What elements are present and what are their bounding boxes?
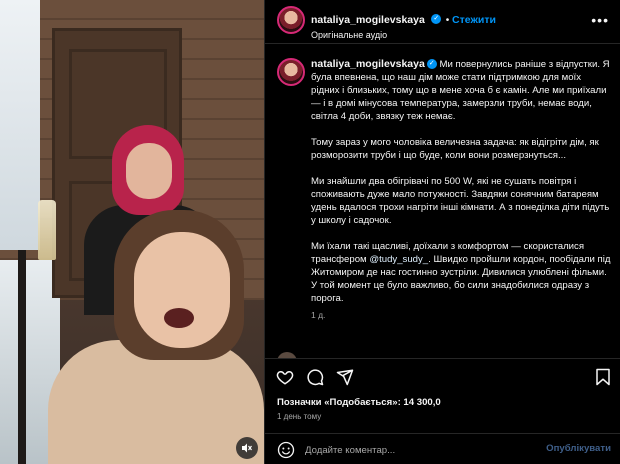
caption-username[interactable]: nataliya_mogilevskaya [311, 58, 425, 70]
woman-front-mouth [164, 308, 194, 328]
post-header: nataliya_mogilevskaya ✓ • Стежити Оригін… [265, 0, 620, 44]
comment-icon[interactable] [305, 367, 325, 387]
follow-button[interactable]: Стежити [452, 14, 496, 26]
bookmark-icon[interactable] [593, 367, 613, 387]
heart-icon[interactable] [275, 367, 295, 387]
likes-count[interactable]: Позначки «Подобається»: 14 300,0 [277, 397, 441, 408]
share-icon-svg [336, 369, 354, 386]
publish-button[interactable]: Опублікувати [546, 443, 611, 454]
comment-peek [277, 350, 617, 358]
emoji-icon[interactable] [277, 441, 295, 459]
comment-bar: Опублікувати [265, 433, 620, 464]
mute-button[interactable] [236, 437, 258, 459]
mention-link[interactable]: @tudy_sudy_ [369, 254, 428, 265]
caption-paragraph-2: Тому зараз у мого чоловіка величезна зад… [311, 137, 599, 161]
comment-icon-svg [307, 369, 324, 386]
audio-label[interactable]: Оригінальне аудіо [311, 30, 387, 40]
speaker-muted-icon [242, 443, 252, 453]
verified-badge-icon: ✓ [431, 13, 442, 24]
post-details-panel: nataliya_mogilevskaya ✓ • Стежити Оригін… [264, 0, 620, 464]
balcony-railing [18, 250, 26, 464]
emoji-icon-svg [277, 441, 295, 459]
comment-input[interactable] [305, 442, 525, 458]
caption-paragraph-3: Ми знайшли два обігрівачі по 500 W, які … [311, 176, 610, 226]
post-date[interactable]: 1 день тому [277, 412, 321, 421]
heart-icon-svg [276, 370, 294, 385]
share-icon[interactable] [335, 367, 355, 387]
caption-author-avatar[interactable] [277, 58, 305, 86]
bright-window [0, 0, 40, 250]
more-dots-icon[interactable]: ••• [591, 12, 609, 28]
verified-badge-icon: ✓ [426, 59, 437, 70]
caption-time[interactable]: 1 д. [311, 309, 611, 322]
woman-front-face [134, 232, 230, 348]
caption-area: nataliya_mogilevskaya ✓ Ми повернулись ра… [265, 44, 620, 358]
bookmark-icon-svg [596, 368, 610, 386]
caption-paragraph-4c: У той момент це було важливо, бо сили зн… [311, 280, 590, 304]
post-video[interactable] [0, 0, 264, 464]
post-caption: nataliya_mogilevskaya ✓ Ми повернулись ра… [311, 58, 611, 322]
action-bar: Позначки «Подобається»: 14 300,0 1 день … [265, 358, 620, 464]
woman-red-hair-face [126, 143, 172, 199]
author-avatar[interactable] [277, 6, 305, 34]
woman-front-selfie [48, 210, 264, 464]
